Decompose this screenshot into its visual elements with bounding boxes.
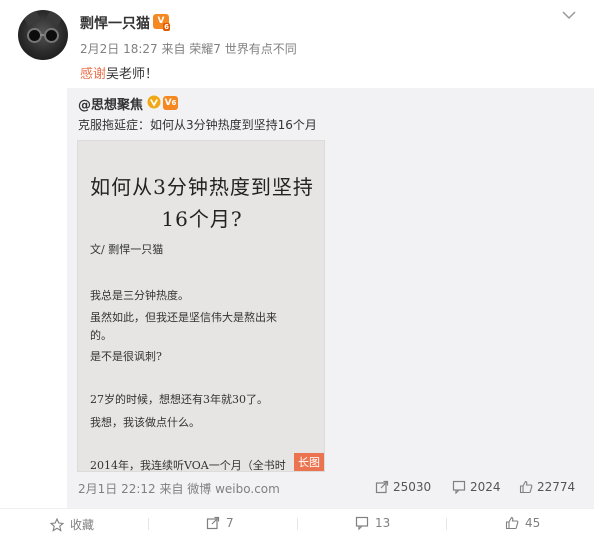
share-icon — [375, 480, 389, 494]
image-line: 2014年，我连续听VOA一个月（全书时 — [90, 459, 286, 472]
like-icon — [505, 516, 519, 530]
like-button[interactable]: 45 — [505, 516, 540, 530]
divider — [297, 518, 298, 530]
repost-comment-value: 2024 — [470, 480, 501, 494]
image-line: 27岁的时候，想想还有3年就30了。 — [90, 393, 268, 406]
repost-count: 7 — [226, 516, 234, 530]
image-line: 的。 — [90, 329, 112, 342]
repost-meta: 2月1日 22:12 来自 微博 weibo.com — [78, 482, 280, 496]
repost-like-count[interactable]: 22774 — [519, 480, 575, 494]
vip-level: 6 — [163, 23, 170, 31]
image-line: 我想，我该做点什么。 — [90, 416, 200, 429]
comment-button[interactable]: 13 — [355, 516, 391, 531]
comment-icon — [355, 516, 369, 531]
long-image-tag: 长图 — [294, 453, 324, 471]
image-title-line1: 如何从3分钟热度到坚持 — [90, 175, 314, 199]
image-line: 是不是很讽刺? — [90, 350, 162, 363]
like-count: 45 — [525, 516, 541, 530]
post-text-rest: 吴老师！ — [106, 67, 159, 82]
vip-badge-icon[interactable]: V6 — [153, 14, 170, 31]
comment-count: 13 — [375, 516, 391, 530]
post-header: 剽悍一只猫 V6 2月2日 18:27 来自 荣耀7 世界有点不同 感谢吴老师！ — [0, 0, 594, 86]
repost-share-count[interactable]: 25030 — [375, 480, 431, 494]
divider — [446, 518, 447, 530]
favorite-button[interactable]: 收藏 — [49, 516, 95, 533]
action-bar: 收藏 7 13 45 — [0, 508, 594, 536]
cat-ear-right — [45, 10, 65, 27]
repost-button[interactable]: 7 — [206, 516, 234, 530]
repost-author[interactable]: @思想聚焦 — [78, 94, 143, 113]
image-line: 虽然如此，但我还是坚信伟大是熬出来 — [90, 311, 277, 324]
avatar[interactable] — [18, 10, 68, 60]
repost-vip-level: 6 — [171, 99, 177, 107]
like-icon — [519, 480, 533, 494]
image-title-line2: 16个月? — [161, 207, 243, 231]
repost-vip-badge-icon[interactable]: V6 — [163, 96, 178, 110]
cat-ear-left — [21, 10, 41, 27]
star-icon — [49, 517, 65, 532]
favorite-label: 收藏 — [70, 518, 95, 532]
verified-v-icon — [147, 95, 161, 109]
author-name[interactable]: 剽悍一只猫 — [80, 13, 150, 33]
comment-icon — [452, 480, 466, 495]
divider — [148, 518, 149, 530]
repost-text: 克服拖延症：如何从3分钟热度到坚持16个月 — [78, 118, 317, 132]
repost-card: @思想聚焦 V6 克服拖延症：如何从3分钟热度到坚持16个月 如何从3分钟热度到… — [67, 88, 594, 508]
post-meta: 2月2日 18:27 来自 荣耀7 世界有点不同 — [80, 42, 297, 56]
post-text-link[interactable]: 感谢 — [80, 67, 106, 82]
sunglass-right — [44, 28, 59, 43]
long-image[interactable]: 如何从3分钟热度到坚持 16个月? 文/ 剽悍一只猫 我总是三分钟热度。 虽然如… — [77, 140, 325, 472]
chevron-down-icon[interactable] — [560, 8, 578, 22]
repost-like-value: 22774 — [537, 480, 576, 494]
image-line: 我总是三分钟热度。 — [90, 289, 189, 302]
image-line: 文/ 剽悍一只猫 — [90, 243, 164, 256]
post-text: 感谢吴老师！ — [80, 63, 158, 82]
share-icon — [206, 516, 220, 530]
repost-comment-count[interactable]: 2024 — [452, 480, 501, 495]
repost-share-value: 25030 — [393, 480, 432, 494]
